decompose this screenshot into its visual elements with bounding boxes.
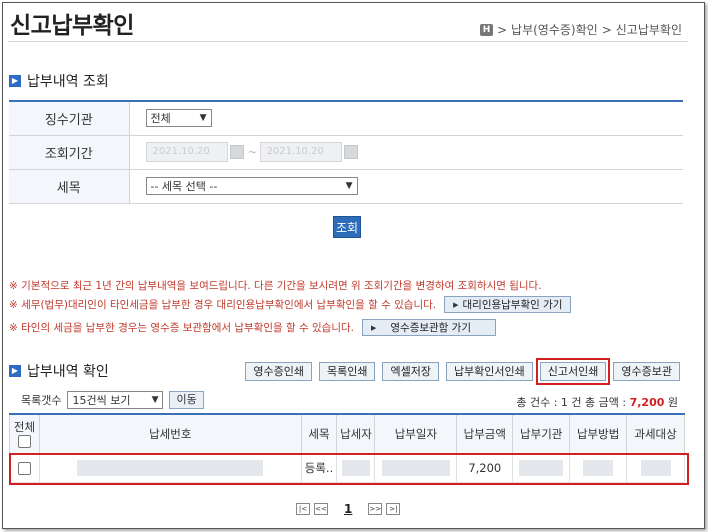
tax-item-label: 세목: [9, 169, 130, 204]
table-row[interactable]: 등록.. 7,200: [9, 453, 685, 483]
search-section-heading: ▶ 납부내역 조회: [9, 71, 109, 91]
next-page-icon[interactable]: >>: [368, 503, 383, 515]
go-button[interactable]: 이동: [169, 391, 204, 409]
tax-item-select[interactable]: -- 세목 선택 -- ▼: [145, 177, 358, 195]
result-toolbar: 영수증인쇄 목록인쇄 엑셀저장 납부확인서인쇄 신고서인쇄 영수증보관: [245, 358, 680, 385]
col-payment-date: 납부일자: [374, 413, 458, 455]
prev-page-icon[interactable]: <<: [314, 503, 328, 515]
col-tax-number: 납세번호: [38, 413, 302, 455]
page-title: 신고납부확인: [10, 13, 134, 39]
home-icon[interactable]: H: [479, 23, 493, 36]
result-section-heading: ▶ 납부내역 확인: [9, 361, 109, 381]
first-page-icon[interactable]: |<: [296, 503, 310, 515]
notice-2: ※ 세무(법무)대리인이 타인세금을 납부한 경우 대리인용납부확인에서 납부확…: [9, 296, 572, 313]
redacted-payment-date: [381, 460, 450, 476]
section-arrow-icon: ▶: [9, 365, 21, 377]
select-all-checkbox[interactable]: [17, 434, 31, 448]
calendar-icon[interactable]: [343, 145, 358, 159]
title-divider: [8, 41, 688, 42]
page-frame: 신고납부확인 H > 납부(영수증)확인 > 신고납부확인 ▶ 납부내역 조회 …: [2, 2, 705, 529]
col-taxpayer: 납세자: [336, 413, 376, 455]
period-label: 조회기간: [9, 135, 130, 170]
list-count-label: 목록갯수: [21, 394, 62, 407]
breadcrumb-sep: >: [496, 22, 508, 37]
col-payment-amount: 납부금액: [456, 413, 514, 455]
col-tax-item: 세목: [300, 413, 338, 455]
receipt-box-button[interactable]: ▶ 영수증보관함 가기: [361, 319, 496, 336]
receipt-store-button[interactable]: 영수증보관: [613, 362, 680, 381]
list-print-button[interactable]: 목록인쇄: [318, 362, 376, 381]
payment-table: 전체 납세번호 세목 납세자 납부일자 납부금액 납부기관 납부방법 과세대상 …: [9, 413, 685, 483]
redacted-method: [583, 460, 614, 476]
total-amount: 7,200: [629, 396, 665, 409]
date-range-dash: ~: [247, 144, 258, 159]
section-arrow-icon: ▶: [9, 75, 21, 87]
breadcrumb-sep: >: [601, 22, 612, 37]
chevron-down-icon: ▼: [199, 113, 207, 124]
breadcrumb-item-receipt[interactable]: 납부(영수증)확인: [511, 21, 598, 38]
last-page-icon[interactable]: >|: [386, 503, 401, 515]
arrow-right-icon: ▶: [453, 300, 459, 309]
breadcrumb: H > 납부(영수증)확인 > 신고납부확인: [479, 21, 682, 38]
col-payment-agency: 납부기관: [512, 413, 571, 455]
calendar-icon[interactable]: [229, 145, 244, 159]
arrow-right-icon: ▶: [370, 323, 377, 332]
list-count-select[interactable]: 15건씩 보기 ▼: [67, 391, 164, 409]
agency-label: 징수기관: [9, 101, 130, 136]
excel-save-button[interactable]: 엑셀저장: [382, 362, 439, 381]
notice-3: ※ 타인의 세금을 납부한 경우는 영수증 보관함에서 납부확인을 할 수 있습…: [9, 319, 496, 336]
amount-cell: 7,200: [456, 453, 514, 483]
chevron-down-icon: ▼: [151, 395, 159, 405]
redacted-taxpayer: [341, 460, 370, 476]
table-header-row: 전체 납세번호 세목 납세자 납부일자 납부금액 납부기관 납부방법 과세대상: [9, 413, 685, 455]
search-form: 징수기관 전체 ▼ 조회기간 2021.10.20 ~2021.10.20 세목 -…: [9, 100, 683, 204]
receipt-print-button[interactable]: 영수증인쇄: [245, 362, 312, 381]
chevron-down-icon: ▼: [345, 181, 353, 191]
page-number-current[interactable]: 1: [344, 502, 352, 516]
col-taxable-object: 과세대상: [626, 413, 685, 455]
col-payment-method: 납부방법: [569, 413, 628, 455]
agent-payment-confirm-button[interactable]: ▶ 대리인용납부확인 가기: [444, 296, 572, 313]
payment-certificate-print-button[interactable]: 납부확인서인쇄: [445, 362, 533, 381]
agency-select[interactable]: 전체 ▼: [145, 109, 212, 128]
list-count-control: 목록갯수 15건씩 보기 ▼ 이동: [21, 391, 204, 409]
tax-item-cell: 등록..: [300, 453, 338, 483]
breadcrumb-item-current: 신고납부확인: [615, 23, 682, 37]
return-print-button[interactable]: 신고서인쇄: [535, 358, 611, 385]
totals-summary: 총 건수 : 1 건 총 금액 : 7,200 원: [516, 396, 678, 409]
select-all-header: 전체: [9, 413, 40, 455]
row-checkbox[interactable]: [17, 462, 31, 475]
search-button[interactable]: 조회: [333, 216, 361, 238]
notice-1: ※ 기본적으로 최근 1년 간의 납부내역을 보여드립니다. 다른 기간을 보시…: [9, 280, 542, 292]
redacted-taxable-object: [640, 460, 671, 476]
to-date-input[interactable]: 2021.10.20: [259, 142, 342, 162]
from-date-input[interactable]: 2021.10.20: [145, 142, 228, 162]
pagination: |< << 1 >> >|: [296, 502, 401, 516]
redacted-tax-number: [77, 460, 264, 476]
redacted-agency: [519, 460, 564, 476]
